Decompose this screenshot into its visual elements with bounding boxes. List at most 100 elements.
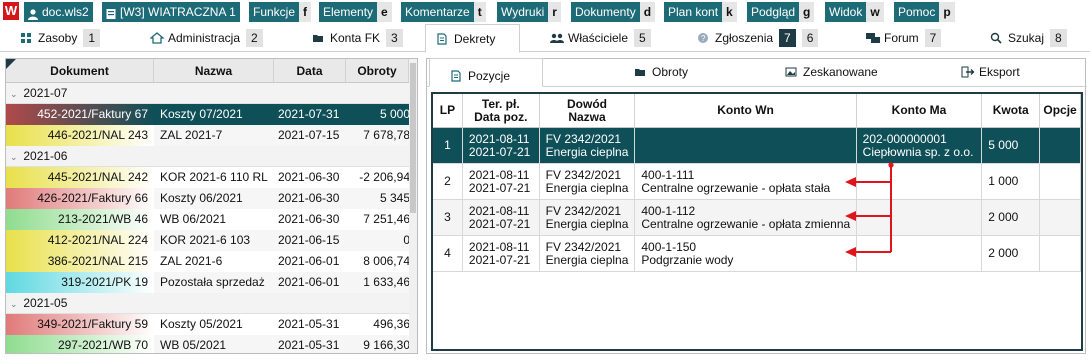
col-data[interactable]: Data xyxy=(274,59,346,82)
tab-szukaj[interactable]: Szukaj 8 xyxy=(990,27,1067,49)
col-dokument[interactable]: Dokument xyxy=(6,59,154,82)
col-konto-wn[interactable]: Konto Wn xyxy=(635,94,857,127)
document-amount: 7 678,78 xyxy=(363,128,410,142)
user-button[interactable]: doc.wls2 xyxy=(24,2,93,22)
col-dates[interactable]: Ter. pł. Data poz. xyxy=(463,94,540,127)
group-header[interactable]: ⌄ 2021-07 xyxy=(6,83,417,104)
header-label: Ter. pł. xyxy=(481,96,520,111)
shortcut-badge: 5 xyxy=(634,29,651,47)
entry-options[interactable] xyxy=(1040,236,1081,271)
document-row[interactable]: 297-2021/WB 70 WB 05/2021 2021-05-31 9 166,… xyxy=(6,335,417,353)
search-icon xyxy=(990,32,1002,44)
document-amount: 5 000 xyxy=(379,107,410,121)
group-chevron-icon[interactable]: ⌄ xyxy=(10,294,20,315)
entry-options[interactable] xyxy=(1040,164,1081,199)
col-proof[interactable]: Dowód Nazwa xyxy=(540,94,636,127)
shortcut-badge: 8 xyxy=(1050,29,1067,47)
entry-date: 2021-07-21 xyxy=(468,144,531,159)
menu-dokumenty[interactable]: Dokumenty d xyxy=(571,2,656,22)
document-date: 2021-06-01 xyxy=(278,275,340,289)
svg-text:?: ? xyxy=(701,34,706,43)
entry-lp: 1 xyxy=(433,128,463,163)
menu-shortcut: e xyxy=(377,2,392,22)
account-name: Podgrzanie wody xyxy=(641,252,734,267)
document-row[interactable]: 319-2021/PK 19 Pozostała sprzedaż 2021-06-… xyxy=(6,272,417,293)
proof-name: Energia cieplna xyxy=(545,252,629,267)
col-lp[interactable]: LP xyxy=(433,94,463,127)
shortcut-badge: 1 xyxy=(83,29,101,47)
col-opcje[interactable]: Opcje xyxy=(1040,94,1081,127)
documents-scrollbar[interactable] xyxy=(409,59,417,353)
menu-label: Dokumenty xyxy=(571,2,640,22)
document-row[interactable]: 426-2021/Faktury 66 Koszty 06/2021 2021-06… xyxy=(6,188,417,209)
entry-row[interactable]: 1 2021-08-11 2021-07-21 FV 2342/2021 Energia… xyxy=(433,128,1081,164)
tab-obroty[interactable]: Obroty xyxy=(634,65,688,79)
entry-row[interactable]: 2 2021-08-11 2021-07-21 FV 2342/2021 Energia… xyxy=(433,164,1081,200)
menu-pomoc[interactable]: Pomoc p xyxy=(894,2,955,22)
menu-widok[interactable]: Widok w xyxy=(825,2,884,22)
document-date: 2021-06-15 xyxy=(278,233,340,247)
shortcut-badge: 6 xyxy=(801,29,819,47)
document-row[interactable]: 213-2021/WB 46 WB 06/2021 2021-06-30 7 251,… xyxy=(6,209,417,230)
entry-options[interactable] xyxy=(1040,200,1081,235)
document-number: 213-2021/WB 46 xyxy=(6,209,154,230)
menu-podglad[interactable]: Podgląd g xyxy=(747,2,815,22)
tab-eksport[interactable]: Eksport xyxy=(961,65,1020,79)
menu-elementy[interactable]: Elementy e xyxy=(319,2,392,22)
database-button[interactable]: [W3] WIATRACZNA 1 xyxy=(102,2,240,22)
entry-row[interactable]: 4 2021-08-11 2021-07-21 FV 2342/2021 Energia… xyxy=(433,236,1081,272)
menu-label: Widok xyxy=(825,2,867,22)
document-name: Koszty 05/2021 xyxy=(160,317,243,331)
document-row[interactable]: 445-2021/NAL 242 KOR 2021-6 110 RL 2021-06… xyxy=(6,167,417,188)
group-header[interactable]: ⌄ 2021-05 xyxy=(6,293,417,314)
col-konto-ma[interactable]: Konto Ma xyxy=(857,94,983,127)
tab-zasoby[interactable]: Zasoby 1 xyxy=(20,27,101,49)
documents-header: Dokument Nazwa Data Obroty xyxy=(6,59,417,83)
document-amount: 8 006,74 xyxy=(363,254,410,268)
corner-mark xyxy=(6,59,16,69)
col-kwota[interactable]: Kwota xyxy=(982,94,1041,127)
document-name: Koszty 06/2021 xyxy=(160,191,243,205)
tab-administracja[interactable]: Administracja 2 xyxy=(149,27,263,49)
col-obroty[interactable]: Obroty xyxy=(346,59,409,82)
document-amount: 496,36 xyxy=(373,317,410,331)
tab-dekrety[interactable]: Dekrety xyxy=(425,24,521,53)
menu-plan-kont[interactable]: Plan kont k xyxy=(664,2,737,22)
document-name: KOR 2021-6 110 RL xyxy=(160,170,268,184)
entry-row[interactable]: 3 2021-08-11 2021-07-21 FV 2342/2021 Energia… xyxy=(433,200,1081,236)
group-header[interactable]: ⌄ 2021-06 xyxy=(6,146,417,167)
document-row[interactable]: 386-2021/NAL 215 ZAL 2021-6 2021-06-01 8 00… xyxy=(6,251,417,272)
group-chevron-icon[interactable]: ⌄ xyxy=(10,147,20,168)
proof-name: Energia cieplna xyxy=(545,216,629,231)
proof-number: FV 2342/2021 xyxy=(545,167,622,182)
document-number: 445-2021/NAL 242 xyxy=(6,167,154,188)
document-row[interactable]: 349-2021/Faktury 59 Koszty 05/2021 2021-05… xyxy=(6,314,417,335)
top-menu-bar: W doc.wls2 [W3] WIATRACZNA 1 Funkcje f El… xyxy=(0,0,1090,24)
entry-konto-ma: 202-000000001 Ciepłownia sp. z o.o. xyxy=(857,128,983,163)
tab-pozycje[interactable]: Pozycje xyxy=(429,58,544,87)
scroll-thumb[interactable] xyxy=(410,63,416,213)
col-nazwa[interactable]: Nazwa xyxy=(154,59,274,82)
lp-value: 1 xyxy=(444,138,451,152)
tab-wlasciciele[interactable]: Właściciele 5 xyxy=(550,27,651,49)
tab-forum[interactable]: Forum 7 xyxy=(866,27,942,49)
proof-name: Energia cieplna xyxy=(545,144,629,159)
folder-icon xyxy=(634,66,646,78)
document-row[interactable]: 446-2021/NAL 243 ZAL 2021-7 2021-07-15 7 67… xyxy=(6,125,417,146)
document-amount: -2 206,94 xyxy=(359,170,410,184)
resources-icon xyxy=(20,32,32,44)
menu-komentarze[interactable]: Komentarze t xyxy=(401,2,486,22)
entries-grid: LP Ter. pł. Data poz. Dowód Nazwa Konto Wn… xyxy=(431,92,1083,351)
tab-label: Pozycje xyxy=(468,69,511,83)
tab-zgloszenia[interactable]: ? Zgłoszenia 7 6 xyxy=(697,27,819,49)
entry-options[interactable] xyxy=(1040,128,1081,163)
tab-konta-fk[interactable]: Konta FK 3 xyxy=(312,27,403,49)
group-chevron-icon[interactable]: ⌄ xyxy=(10,84,20,105)
document-row[interactable]: 412-2021/NAL 224 KOR 2021-6 103 2021-06-15… xyxy=(6,230,417,251)
tab-label: Konta FK xyxy=(330,31,381,45)
tab-zeskanowane[interactable]: Zeskanowane xyxy=(785,65,878,79)
document-name: ZAL 2021-6 xyxy=(160,254,223,268)
menu-funkcje[interactable]: Funkcje f xyxy=(249,2,312,22)
document-row[interactable]: 452-2021/Faktury 67 Koszty 07/2021 2021-07… xyxy=(6,104,417,125)
menu-wydruki[interactable]: Wydruki r xyxy=(497,2,561,22)
